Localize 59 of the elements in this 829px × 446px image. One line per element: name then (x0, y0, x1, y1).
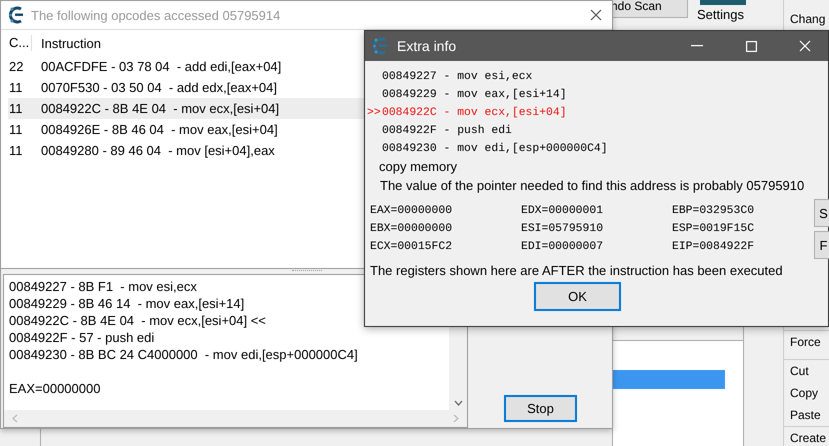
menu-item[interactable]: Paste (784, 404, 829, 426)
code-line: 00849227 - mov esi,ecx (382, 70, 532, 85)
app-logo-icon (373, 37, 389, 55)
splitter-grip[interactable] (292, 270, 322, 273)
horizontal-scrollbar[interactable] (4, 410, 467, 427)
register-value: EDX=00000001 (521, 204, 604, 219)
close-icon[interactable] (590, 9, 602, 21)
count-cell-text: 11 (8, 101, 24, 116)
register-value: EIP=0084922F (672, 240, 756, 255)
maximize-icon[interactable] (746, 40, 756, 52)
pointer-note: The value of the pointer needed to find this address is probably 05795910 (379, 177, 806, 195)
window-title: Extra info (397, 38, 458, 54)
side-button[interactable]: S (814, 199, 829, 227)
instruction-cell-text: 0084922C - 8B 4E 04 - mov ecx,[esi+04] (40, 101, 280, 116)
instruction-cell-text: 0084926E - 8B 46 04 - mov eax,[esi+04] (40, 122, 278, 137)
memo-line: 0084922F - 57 - push edi (9, 329, 156, 346)
chevron-down-icon (454, 400, 462, 406)
menu-item[interactable]: Chang (784, 8, 829, 30)
copy-memory-label: copy memory (378, 158, 458, 176)
chevron-left-icon (12, 414, 18, 423)
instruction-cell-text: 00849280 - 89 46 04 - mov [esi+04],eax (40, 143, 275, 158)
register-value: ECX=00015FC2 (370, 240, 454, 255)
count-cell-text: 22 (8, 59, 24, 74)
memo-line: EAX=00000000 (9, 380, 102, 397)
register-value: EAX=00000000 (370, 204, 454, 219)
column-header[interactable]: Instruction (32, 36, 101, 50)
ok-button[interactable]: OK (534, 282, 621, 311)
register-value: EBP=032953C0 (672, 204, 756, 219)
stop-button[interactable]: Stop (504, 395, 577, 422)
register-value: EDI=00000007 (521, 240, 604, 255)
logo-strip (700, 0, 746, 5)
count-cell-text: 11 (8, 122, 24, 137)
app-logo-icon (9, 6, 25, 24)
code-line: 00849230 - mov edi,[esp+000000C4] (382, 142, 608, 157)
count-cell-text: 11 (8, 143, 24, 158)
current-line-marker: >> (367, 106, 382, 121)
registers-note: The registers shown here are AFTER the instruction has been executed (369, 263, 784, 278)
settings-label[interactable]: Settings (697, 7, 744, 22)
minimize-icon[interactable] (691, 45, 703, 47)
memo-line: 0084922C - 8B 4E 04 - mov ecx,[esi+04] << (9, 312, 267, 329)
menu-item[interactable]: Force (784, 330, 829, 353)
menu-item[interactable]: Copy (784, 382, 829, 404)
window-title: The following opcodes accessed 05795914 (31, 8, 282, 22)
memo-line: 00849229 - 8B 46 14 - mov eax,[esi+14] (9, 295, 246, 312)
side-button[interactable]: F (814, 231, 829, 259)
menu-item[interactable]: Create (784, 426, 829, 446)
count-cell-text: 11 (8, 80, 24, 95)
register-value: ESI=05795910 (521, 222, 604, 237)
memo-line: 00849227 - 8B F1 - mov esi,ecx (9, 278, 198, 295)
code-line: 0084922F - push edi (382, 124, 512, 139)
code-line: 0084922C - mov ecx,[esi+04] (382, 106, 567, 121)
register-value: EBX=00000000 (370, 222, 454, 237)
instruction-cell-text: 00ACFDFE - 03 78 04 - add edi,[eax+04] (40, 59, 282, 74)
instruction-cell-text: 0070F530 - 03 50 04 - add edx,[eax+04] (40, 80, 277, 95)
register-value: ESP=0019F15C (672, 222, 756, 237)
memo-line: 00849230 - 8B BC 24 C4000000 - mov edi,[esp+000000C4] (9, 346, 359, 363)
menu-item[interactable]: Cut (784, 359, 829, 382)
chevron-right-icon (453, 414, 459, 423)
column-header[interactable]: C... (1, 35, 32, 51)
